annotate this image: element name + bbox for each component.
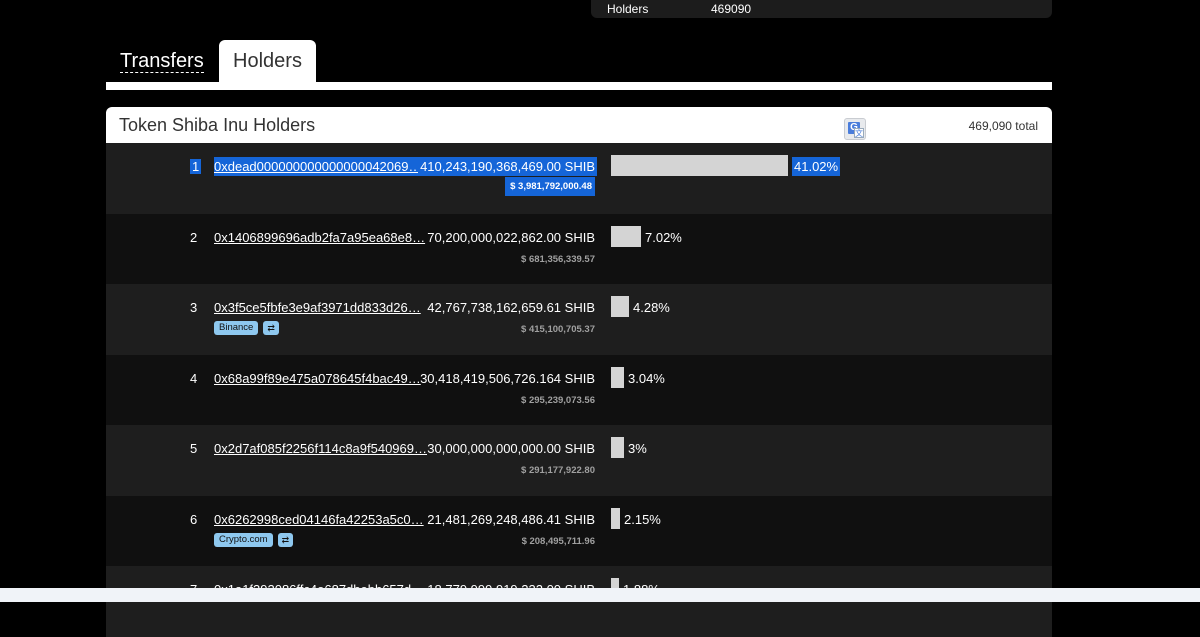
tab-divider [106, 82, 1052, 90]
holder-tags: Binance ⇄ [214, 321, 279, 335]
panel-header: Token Shiba Inu Holders G文 469,090 total [106, 107, 1052, 143]
share-bar [611, 366, 624, 388]
holder-address-link[interactable]: 0x68a99f89e475a078645f4bac49… [214, 371, 421, 386]
share-percent: 41.02% [792, 157, 841, 176]
exchange-tag[interactable]: Crypto.com [214, 532, 273, 547]
holder-address-link[interactable]: 0x2d7af085f2256f114c8a9f540969… [214, 441, 427, 456]
holder-usd-value: $ 295,239,073.56 [521, 394, 595, 406]
holder-usd-value: $ 3,981,792,000.48 [505, 177, 595, 196]
holder-address-link[interactable]: 0x1406899696adb2fa7a95ea68e8… [214, 230, 425, 245]
holder-rank: 6 [190, 511, 198, 527]
share-bar [611, 437, 624, 458]
share-bar [611, 225, 641, 247]
holder-address-link[interactable]: 0x3f5ce5fbfe3e9af3971dd833d26… [214, 300, 421, 315]
holder-tags: Crypto.com ⇄ [214, 532, 294, 547]
holder-amount: 410,243,190,368,469.00 SHIB [418, 157, 597, 176]
holder-usd-value: $ 291,177,922.80 [521, 465, 595, 476]
share-bar [611, 507, 620, 529]
share-percent: 3% [628, 441, 647, 456]
share-percent: 7.02% [645, 229, 682, 245]
share-bar [611, 155, 788, 176]
holder-row: 3 0x3f5ce5fbfe3e9af3971dd833d26… Binance ⇄ 4… [106, 284, 1052, 355]
holder-rank: 2 [190, 229, 198, 245]
holder-amount: 42,767,738,162,659.61 SHIB [427, 300, 595, 315]
swap-icon[interactable]: ⇄ [277, 532, 294, 547]
holder-row: 6 0x6262998ced04146fa42253a5c0… Crypto.com… [106, 495, 1052, 566]
holder-usd-value: $ 681,356,339.57 [521, 253, 595, 265]
holder-amount: 70,200,000,022,862.00 SHIB [427, 229, 595, 245]
holder-rank: 5 [190, 441, 198, 456]
tab-holders[interactable]: Holders [219, 40, 316, 82]
holders-total: 469,090 total [968, 119, 1038, 133]
share-percent: 2.15% [624, 511, 661, 527]
holder-row: 2 0x1406899696adb2fa7a95ea68e8… 70,200,000… [106, 213, 1052, 284]
share-percent: 4.28% [633, 300, 670, 315]
holder-usd-value: $ 208,495,711.96 [521, 535, 595, 547]
holder-address-link[interactable]: 0xdead000000000000000042069… [214, 157, 422, 176]
holder-row: 4 0x68a99f89e475a078645f4bac49… 30,418,419… [106, 354, 1052, 425]
tab-bar: Transfers Holders [106, 40, 1052, 82]
exchange-tag[interactable]: Binance [214, 321, 259, 335]
tab-transfers[interactable]: Transfers [120, 50, 204, 73]
holder-rank: 1 [190, 159, 202, 174]
holder-amount: 30,418,419,506,726.164 SHIB [420, 370, 595, 386]
panel-title: Token Shiba Inu Holders [119, 115, 316, 135]
swap-icon[interactable]: ⇄ [263, 321, 279, 335]
holder-rank: 3 [190, 300, 198, 315]
share-percent: 3.04% [628, 370, 665, 386]
holder-address-link[interactable]: 0x6262998ced04146fa42253a5c0… [214, 512, 424, 527]
holder-row: 5 0x2d7af085f2256f114c8a9f540969… 30,000,0… [106, 425, 1052, 496]
holder-rank: 4 [190, 370, 198, 386]
holders-label: Holders [607, 2, 649, 16]
holders-value: 469090 [711, 2, 752, 16]
holder-usd-value: $ 415,100,705.37 [521, 324, 595, 335]
holders-list: 1 0xdead000000000000000042069… 410,243,190… [106, 143, 1052, 637]
bottom-strip [0, 588, 1200, 602]
holder-amount: 21,481,269,248,486.41 SHIB [427, 511, 595, 527]
holder-row: 1 0xdead000000000000000042069… 410,243,190… [106, 143, 1052, 214]
google-translate-icon[interactable]: G文 [844, 118, 866, 140]
share-bar [611, 296, 629, 317]
summary-card: Holders 469090 [591, 0, 1052, 18]
holder-amount: 30,000,000,000,000.00 SHIB [427, 441, 595, 456]
holders-panel: Token Shiba Inu Holders G文 469,090 total… [106, 107, 1052, 637]
